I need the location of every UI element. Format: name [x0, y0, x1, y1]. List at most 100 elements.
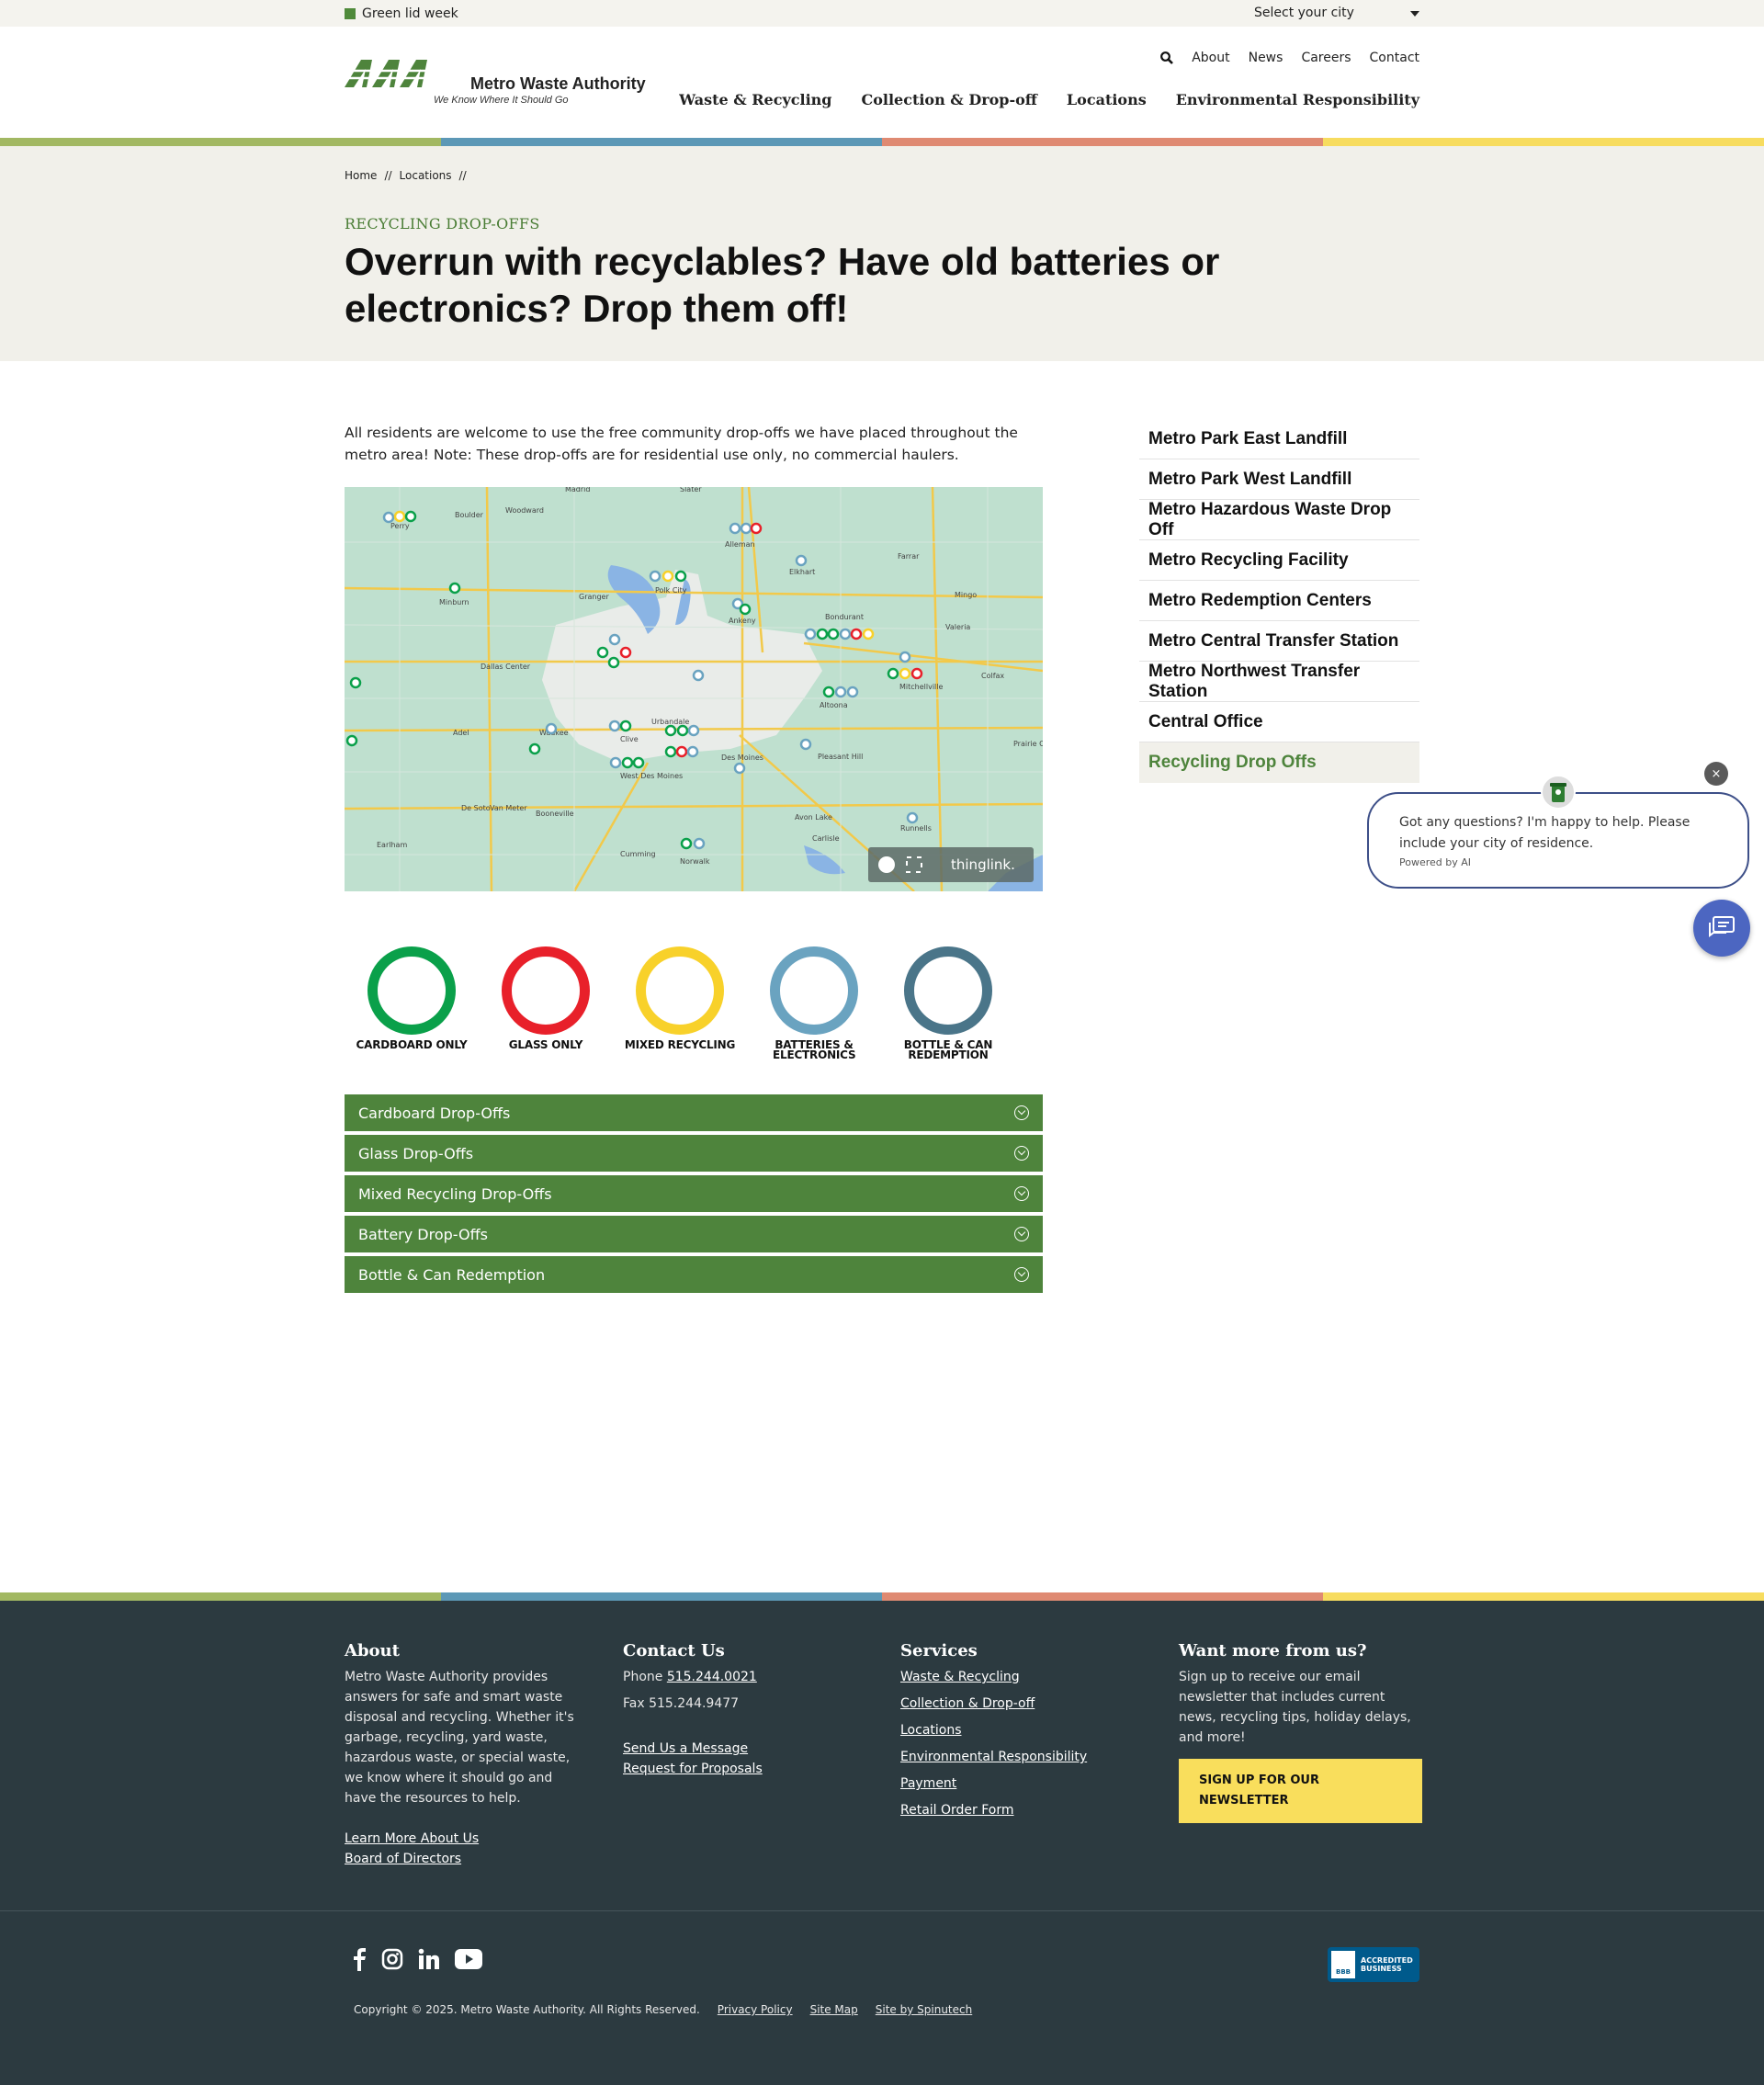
map-dropoff-pin[interactable] [899, 651, 911, 663]
youtube-icon[interactable] [455, 1949, 482, 1969]
footer-service-environmental[interactable]: Environmental Responsibility [900, 1747, 1144, 1767]
accordion-cardboard[interactable]: Cardboard Drop-Offs [345, 1094, 1043, 1131]
breadcrumb-locations[interactable]: Locations [400, 169, 452, 182]
map-dropoff-pin[interactable] [846, 686, 859, 698]
map-dropoff-pin[interactable] [621, 756, 634, 769]
util-nav-news[interactable]: News [1249, 51, 1283, 65]
map-dropoff-pin[interactable] [675, 745, 688, 758]
search-icon[interactable] [1160, 51, 1174, 64]
map-dropoff-pin[interactable] [619, 646, 632, 659]
map-dropoff-pin[interactable] [349, 676, 362, 689]
map-dropoff-pin[interactable] [608, 720, 621, 732]
map-dropoff-pin[interactable] [662, 570, 674, 583]
map-dropoff-pin[interactable] [676, 724, 689, 737]
util-nav-careers[interactable]: Careers [1301, 51, 1351, 65]
map-dropoff-pin[interactable] [816, 628, 829, 640]
map-dropoff-pin[interactable] [887, 667, 899, 680]
map-dropoff-pin[interactable] [750, 522, 763, 535]
map-dropoff-pin[interactable] [632, 756, 645, 769]
sidebar-item-park-west[interactable]: Metro Park West Landfill [1139, 459, 1419, 500]
nav-collection-dropoff[interactable]: Collection & Drop-off [861, 91, 1036, 108]
map-dropoff-pin[interactable] [795, 554, 808, 567]
sidebar-item-recycling-facility[interactable]: Metro Recycling Facility [1139, 540, 1419, 581]
map-dropoff-pin[interactable] [834, 686, 847, 698]
footer-service-collection[interactable]: Collection & Drop-off [900, 1694, 1144, 1714]
dropoff-map[interactable]: Madrid Slater Woodward Boulder Perry Alleman E… [345, 487, 1043, 891]
footer-rfp-link[interactable]: Request for Proposals [623, 1759, 866, 1779]
map-dropoff-pin[interactable] [804, 628, 817, 640]
newsletter-signup-button[interactable]: SIGN UP FOR OUR NEWSLETTER [1179, 1759, 1422, 1823]
instagram-icon[interactable] [381, 1948, 403, 1970]
map-dropoff-pin[interactable] [740, 522, 752, 535]
privacy-policy-link[interactable]: Privacy Policy [718, 2003, 793, 2016]
map-dropoff-pin[interactable] [609, 756, 622, 769]
map-dropoff-pin[interactable] [862, 628, 875, 640]
sidebar-item-recycling-dropoffs[interactable]: Recycling Drop Offs [1139, 742, 1419, 783]
map-dropoff-pin[interactable] [906, 811, 919, 824]
map-dropoff-pin[interactable] [910, 667, 923, 680]
map-dropoff-pin[interactable] [448, 582, 461, 595]
linkedin-icon[interactable] [418, 1948, 440, 1970]
sidebar-item-central-transfer[interactable]: Metro Central Transfer Station [1139, 621, 1419, 662]
map-dropoff-pin[interactable] [687, 724, 700, 737]
map-dropoff-pin[interactable] [733, 762, 746, 775]
map-dropoff-pin[interactable] [608, 633, 621, 646]
map-dropoff-pin[interactable] [345, 734, 358, 747]
breadcrumb-home[interactable]: Home [345, 169, 377, 182]
map-dropoff-pin[interactable] [839, 628, 852, 640]
site-map-link[interactable]: Site Map [810, 2003, 858, 2016]
nav-environmental[interactable]: Environmental Responsibility [1176, 91, 1419, 108]
footer-service-payment[interactable]: Payment [900, 1773, 1144, 1794]
chat-launcher-button[interactable] [1693, 900, 1750, 957]
footer-phone-link[interactable]: 515.244.0021 [667, 1670, 757, 1684]
footer-service-locations[interactable]: Locations [900, 1720, 1144, 1740]
map-dropoff-pin[interactable] [739, 603, 752, 616]
map-dropoff-pin[interactable] [404, 510, 417, 523]
chat-close-button[interactable]: × [1704, 762, 1728, 786]
sidebar-item-park-east[interactable]: Metro Park East Landfill [1139, 419, 1419, 459]
map-dropoff-pin[interactable] [649, 570, 662, 583]
sidebar-item-northwest-transfer[interactable]: Metro Northwest Transfer Station [1139, 662, 1419, 702]
sidebar-item-redemption[interactable]: Metro Redemption Centers [1139, 581, 1419, 621]
map-dropoff-pin[interactable] [729, 522, 741, 535]
accordion-battery[interactable]: Battery Drop-Offs [345, 1216, 1043, 1252]
accessibility-icon[interactable] [878, 856, 895, 873]
map-dropoff-pin[interactable] [692, 669, 705, 682]
map-dropoff-pin[interactable] [827, 628, 840, 640]
map-dropoff-pin[interactable] [680, 837, 693, 850]
map-dropoff-pin[interactable] [799, 738, 812, 751]
util-nav-contact[interactable]: Contact [1370, 51, 1419, 65]
city-select[interactable]: Select your city [1254, 6, 1419, 20]
sidebar-item-central-office[interactable]: Central Office [1139, 702, 1419, 742]
footer-service-waste[interactable]: Waste & Recycling [900, 1667, 1144, 1687]
map-dropoff-pin[interactable] [664, 745, 677, 758]
map-canvas[interactable]: Madrid Slater Woodward Boulder Perry Alleman E… [345, 487, 1043, 891]
map-dropoff-pin[interactable] [596, 646, 609, 659]
util-nav-about[interactable]: About [1192, 51, 1229, 65]
facebook-icon[interactable] [352, 1947, 367, 1971]
map-dropoff-pin[interactable] [899, 667, 911, 680]
sidebar-item-hazardous[interactable]: Metro Hazardous Waste Drop Off [1139, 500, 1419, 540]
map-dropoff-pin[interactable] [850, 628, 863, 640]
map-dropoff-pin[interactable] [686, 745, 699, 758]
map-dropoff-pin[interactable] [382, 511, 395, 524]
map-dropoff-pin[interactable] [545, 722, 558, 735]
footer-send-message-link[interactable]: Send Us a Message [623, 1739, 866, 1759]
map-dropoff-pin[interactable] [664, 724, 677, 737]
spinutech-link[interactable]: Site by Spinutech [876, 2003, 972, 2016]
map-dropoff-pin[interactable] [693, 837, 706, 850]
map-dropoff-pin[interactable] [528, 742, 541, 755]
map-dropoff-pin[interactable] [619, 720, 632, 732]
map-dropoff-pin[interactable] [674, 570, 687, 583]
map-dropoff-pin[interactable] [822, 686, 835, 698]
accordion-mixed[interactable]: Mixed Recycling Drop-Offs [345, 1175, 1043, 1212]
nav-locations[interactable]: Locations [1067, 91, 1147, 108]
footer-service-retail[interactable]: Retail Order Form [900, 1800, 1144, 1820]
footer-learn-more-link[interactable]: Learn More About Us [345, 1829, 585, 1849]
bbb-accredited-badge[interactable]: BBB ACCREDITED BUSINESS [1328, 1947, 1419, 1982]
accordion-glass[interactable]: Glass Drop-Offs [345, 1135, 1043, 1172]
accordion-bottle[interactable]: Bottle & Can Redemption [345, 1256, 1043, 1293]
thinglink-watermark[interactable]: thinglink. [951, 856, 1015, 873]
nav-waste-recycling[interactable]: Waste & Recycling [679, 91, 831, 108]
map-dropoff-pin[interactable] [393, 510, 406, 523]
